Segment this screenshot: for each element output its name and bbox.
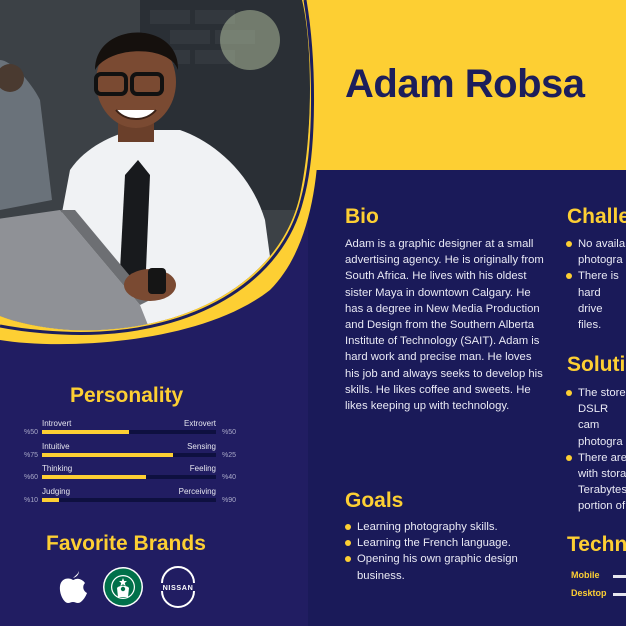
trait-right-label: Sensing xyxy=(187,442,216,451)
trait-right-label: Extrovert xyxy=(183,419,216,428)
trait-left-pct: %50 xyxy=(24,429,39,436)
persona-name: Adam Robsa xyxy=(345,62,585,106)
list-item: Opening his own graphic design business. xyxy=(345,551,545,583)
nissan-wordmark: NISSAN xyxy=(163,583,194,592)
list-item: No availa photogra xyxy=(566,236,626,268)
challenges-list: No availa photogra There is hard drive f… xyxy=(566,236,626,333)
tech-label-mobile: Mobile xyxy=(571,570,600,580)
trait-row-intuitive: Intuitive Sensing %75 %25 xyxy=(24,442,236,464)
trait-bar-fill xyxy=(42,498,60,502)
nissan-icon: NISSAN xyxy=(159,566,197,608)
trait-row-introvert: Introvert Extrovert %50 %50 xyxy=(24,419,236,441)
trait-left-label: Judging xyxy=(42,487,71,496)
solutions-list: The store DSLR cam photogra There are wi… xyxy=(566,385,626,515)
trait-left-pct: %10 xyxy=(24,497,39,504)
trait-bar-track xyxy=(42,430,216,434)
list-item: The store DSLR cam photogra xyxy=(566,385,626,450)
trait-bar-fill xyxy=(42,430,129,434)
goals-list: Learning photography skills. Learning th… xyxy=(345,519,545,584)
trait-row-judging: Judging Perceiving %10 %90 xyxy=(24,487,236,509)
goals-title: Goals xyxy=(345,489,404,512)
trait-right-label: Perceiving xyxy=(178,487,216,496)
trait-bar-track xyxy=(42,498,216,502)
brands-title: Favorite Brands xyxy=(46,532,206,555)
list-item: Learning the French language. xyxy=(345,535,545,551)
trait-left-label: Intuitive xyxy=(42,442,70,451)
apple-icon xyxy=(59,571,87,603)
trait-left-pct: %60 xyxy=(24,474,39,481)
list-item: There are with stora Terabytes portion o… xyxy=(566,450,626,515)
trait-left-label: Thinking xyxy=(42,464,73,473)
trait-left-label: Introvert xyxy=(42,419,72,428)
list-item: Learning photography skills. xyxy=(345,519,545,535)
list-item: There is hard drive files. xyxy=(566,268,626,333)
trait-left-pct: %75 xyxy=(24,452,39,459)
bio-text: Adam is a graphic designer at a small ad… xyxy=(345,238,544,413)
bio-title: Bio xyxy=(345,205,379,228)
trait-bar-track xyxy=(42,453,216,457)
trait-bar-fill xyxy=(42,475,147,479)
challenges-title: Challe xyxy=(567,205,626,228)
starbucks-icon xyxy=(103,567,143,607)
personality-title: Personality xyxy=(70,384,184,407)
tech-bar-mobile xyxy=(613,575,626,578)
trait-right-pct: %90 xyxy=(221,497,236,504)
solutions-title: Soluti xyxy=(567,353,626,376)
technology-title: Techn xyxy=(567,533,626,556)
trait-row-thinking: Thinking Feeling %60 %40 xyxy=(24,464,236,486)
trait-right-label: Feeling xyxy=(189,464,216,473)
trait-bar-track xyxy=(42,475,216,479)
trait-right-pct: %40 xyxy=(221,474,236,481)
trait-right-pct: %50 xyxy=(221,429,236,436)
tech-label-desktop: Desktop xyxy=(571,588,607,598)
trait-right-pct: %25 xyxy=(221,452,236,459)
tech-bar-desktop xyxy=(613,593,626,596)
profile-photo xyxy=(0,0,319,345)
trait-bar-fill xyxy=(42,453,173,457)
